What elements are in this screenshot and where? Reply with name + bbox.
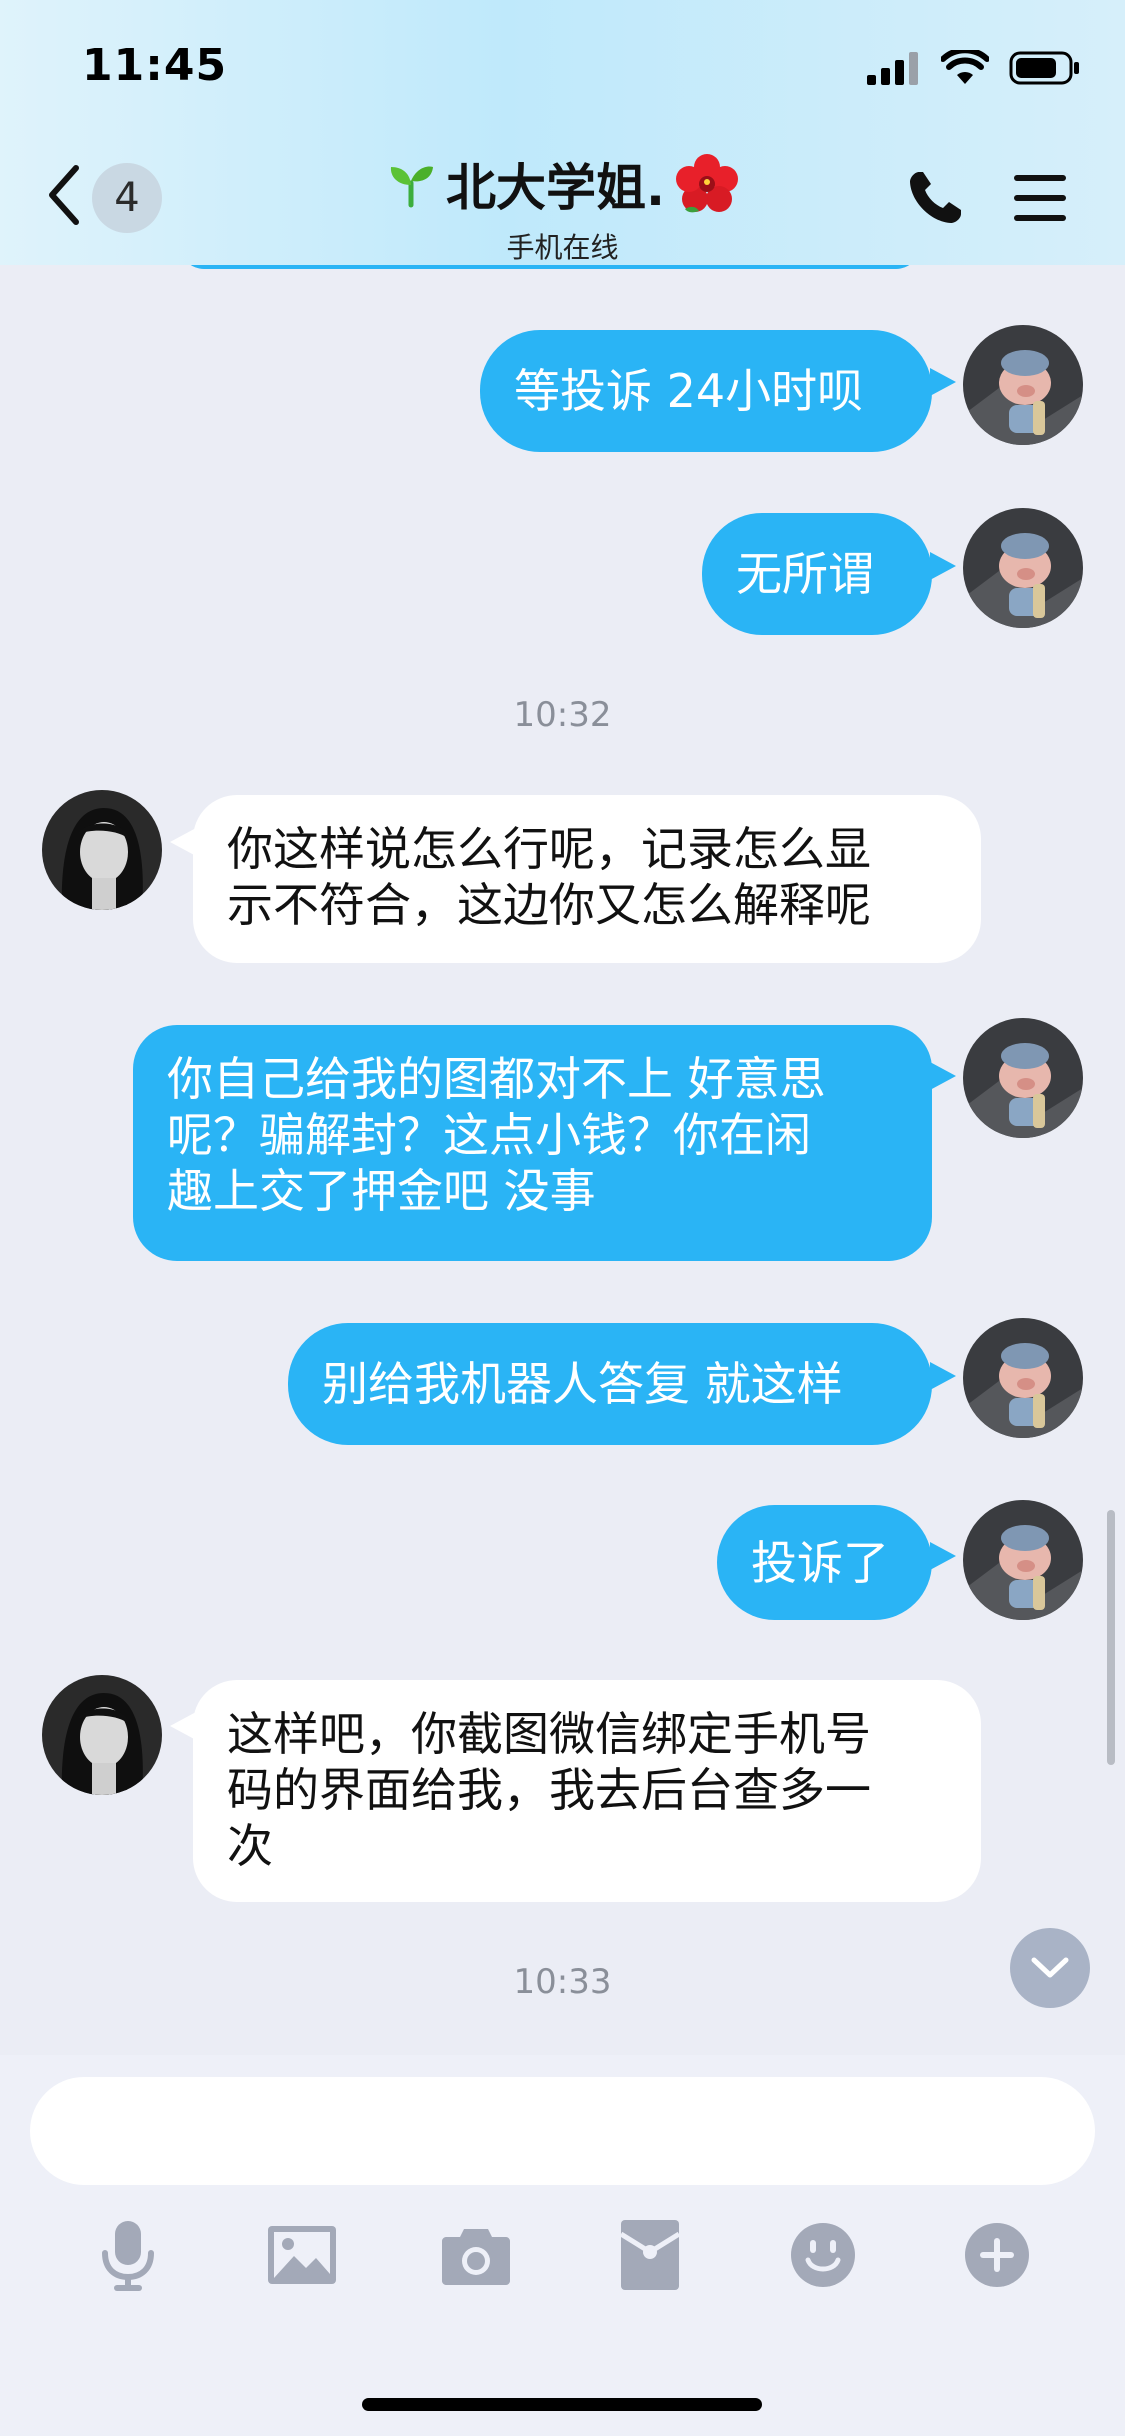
battery-icon bbox=[1009, 51, 1079, 85]
my-avatar[interactable] bbox=[963, 508, 1083, 628]
plus-icon bbox=[965, 2223, 1029, 2287]
input-toolbar bbox=[0, 2215, 1125, 2295]
chevron-down-icon bbox=[1031, 1957, 1069, 1978]
message-text-line: 呢？骗解封？这点小钱？你在闲 bbox=[167, 1108, 811, 1162]
red-packet-icon bbox=[621, 2220, 679, 2290]
menu-button[interactable] bbox=[1012, 172, 1068, 224]
my-avatar[interactable] bbox=[963, 1318, 1083, 1438]
scroll-to-bottom-button[interactable] bbox=[1010, 1928, 1090, 2008]
photo-button[interactable] bbox=[262, 2215, 342, 2295]
message-text-line: 你这样说怎么行呢，记录怎么显 bbox=[227, 822, 871, 876]
emoji-icon bbox=[791, 2223, 855, 2287]
more-button[interactable] bbox=[957, 2215, 1037, 2295]
hibiscus-icon bbox=[676, 154, 738, 213]
message-text: 投诉了 bbox=[751, 1535, 889, 1590]
message-text-line: 这样吧，你截图微信绑定手机号 bbox=[227, 1707, 871, 1761]
message-bubble-outgoing[interactable]: 你自己给我的图都对不上 好意思 呢？骗解封？这点小钱？你在闲 趣上交了押金吧 没… bbox=[133, 1025, 932, 1261]
message-text-line: 码的界面给我，我去后台查多一 bbox=[227, 1763, 871, 1817]
message-text-line: 趣上交了押金吧 没事 bbox=[167, 1164, 596, 1218]
piggy-avatar-icon bbox=[963, 508, 1083, 628]
wifi-icon bbox=[941, 50, 989, 84]
message-text-line: 你自己给我的图都对不上 好意思 bbox=[167, 1052, 826, 1106]
message-text-line: 示不符合，这边你又怎么解释呢 bbox=[227, 878, 871, 932]
girl-avatar-icon bbox=[42, 1675, 162, 1795]
chat-header: 11:45 4 北大学姐. 手机在线 bbox=[0, 0, 1125, 265]
contact-avatar[interactable] bbox=[42, 790, 162, 910]
contact-avatar[interactable] bbox=[42, 1675, 162, 1795]
my-avatar[interactable] bbox=[963, 1018, 1083, 1138]
message-bubble-outgoing[interactable]: 投诉了 bbox=[717, 1505, 932, 1620]
message-bubble-outgoing[interactable]: 等投诉 24小时呗 bbox=[480, 330, 932, 452]
chat-title: 北大学姐. bbox=[446, 159, 665, 217]
menu-icon bbox=[1014, 175, 1066, 221]
sprout-icon bbox=[390, 166, 433, 208]
piggy-avatar-icon bbox=[963, 325, 1083, 445]
phone-icon bbox=[910, 172, 961, 223]
piggy-avatar-icon bbox=[963, 1018, 1083, 1138]
home-indicator[interactable] bbox=[362, 2398, 762, 2411]
timestamp: 10:33 bbox=[513, 1962, 612, 2002]
voice-button[interactable] bbox=[88, 2215, 168, 2295]
message-bubble-outgoing[interactable]: 无所谓 bbox=[702, 513, 932, 635]
scrollbar-thumb[interactable] bbox=[1107, 1510, 1115, 1765]
microphone-icon bbox=[102, 2221, 154, 2291]
status-time: 11:45 bbox=[82, 40, 228, 91]
message-text-line: 次 bbox=[227, 1819, 273, 1873]
girl-avatar-icon bbox=[42, 790, 162, 910]
camera-button[interactable] bbox=[436, 2215, 516, 2295]
my-avatar[interactable] bbox=[963, 325, 1083, 445]
message-bubble-incoming[interactable]: 你这样说怎么行呢，记录怎么显 示不符合，这边你又怎么解释呢 bbox=[193, 795, 981, 963]
bubble-tail bbox=[930, 552, 956, 580]
message-text: 等投诉 24小时呗 bbox=[514, 364, 864, 418]
voice-call-button[interactable] bbox=[905, 168, 965, 228]
piggy-avatar-icon bbox=[963, 1500, 1083, 1620]
bubble-tail bbox=[930, 1542, 956, 1570]
message-bubble-outgoing[interactable]: 别给我机器人答复 就这样 bbox=[288, 1323, 932, 1445]
message-input[interactable] bbox=[30, 2077, 1095, 2185]
timestamp: 10:32 bbox=[513, 695, 612, 735]
message-text: 无所谓 bbox=[736, 547, 874, 601]
online-status: 手机在线 bbox=[506, 231, 619, 264]
message-bubble-incoming[interactable]: 这样吧，你截图微信绑定手机号 码的界面给我，我去后台查多一 次 bbox=[193, 1680, 981, 1902]
bubble-tail bbox=[930, 1362, 956, 1390]
status-icons bbox=[867, 48, 1081, 88]
image-icon bbox=[268, 2226, 336, 2284]
message-text: 别给我机器人答复 就这样 bbox=[322, 1357, 843, 1411]
bubble-tail bbox=[930, 1062, 956, 1090]
camera-icon bbox=[442, 2229, 510, 2285]
emoji-button[interactable] bbox=[783, 2215, 863, 2295]
signal-icon bbox=[867, 52, 918, 85]
piggy-avatar-icon bbox=[963, 1318, 1083, 1438]
red-packet-button[interactable] bbox=[610, 2215, 690, 2295]
my-avatar[interactable] bbox=[963, 1500, 1083, 1620]
bubble-tail bbox=[930, 368, 956, 396]
